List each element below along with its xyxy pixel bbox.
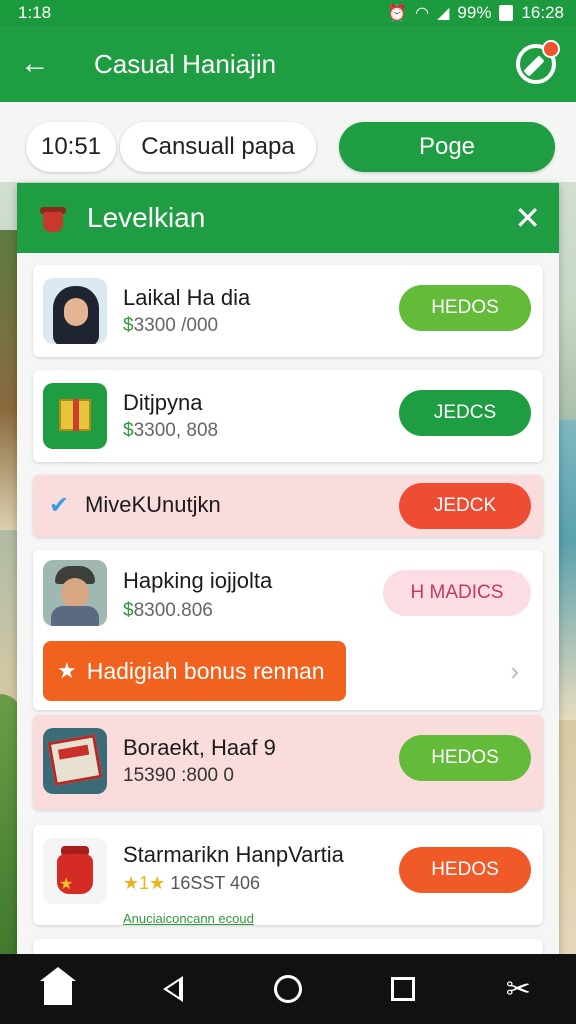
wifi-icon: ◠ (415, 5, 430, 22)
app-bar: ← Casual Haniajin (0, 26, 576, 102)
nav-home-circle-icon[interactable] (258, 959, 318, 1019)
close-icon[interactable]: ✕ (514, 202, 541, 234)
bonus-label: Hadigiah bonus rennan (86, 657, 325, 684)
bonus-button[interactable]: ★ Hadigiah bonus rennan (43, 641, 346, 701)
page-button[interactable]: Poge (339, 122, 555, 172)
item-action-button[interactable]: HEDOS (399, 847, 531, 893)
battery-percent: 99% (457, 3, 492, 22)
item-name: Starmarikn HanpVartia (123, 842, 344, 867)
signal-icon: ◢ (437, 5, 450, 22)
list-item[interactable]: ✔ MiveKUnutjkn JEDCK (33, 475, 543, 537)
level-sheet: Levelkian ✕ Laikal Ha dia $3300 /000 HED… (17, 183, 559, 963)
list-item[interactable]: ★ Starmarikn HanpVartia ★1★ 16SST 406 An… (33, 825, 543, 926)
item-price: $3300, 808 (123, 420, 219, 441)
list-item[interactable]: Boraekt, Haaf 9 15390 :800 0 HEDOS (33, 715, 543, 810)
book-thumbnail (43, 728, 107, 794)
avatar (43, 278, 107, 344)
avatar (43, 560, 107, 626)
star-icon: ★ (57, 658, 77, 683)
item-price: 15390 :800 0 (123, 765, 234, 786)
status-clock: 16:28 (521, 3, 564, 22)
filter-row: 10:51 Cansuall papa Poge (0, 102, 576, 182)
item-name: Ditjpyna (123, 390, 203, 415)
home-icon[interactable] (28, 959, 88, 1019)
edit-icon (523, 55, 545, 77)
edit-button[interactable] (516, 40, 560, 84)
notification-badge (542, 40, 560, 58)
list-item[interactable]: Ditjpyna $3300, 808 JEDCS (33, 370, 543, 462)
item-action-button[interactable]: H MADICS (383, 570, 531, 616)
app-title: Casual Haniajin (94, 48, 277, 79)
item-action-button[interactable]: JEDCS (399, 390, 531, 436)
chevron-right-icon[interactable]: › (510, 656, 519, 687)
gift-box-thumbnail (43, 383, 107, 449)
item-name: Hapking iojjolta (123, 568, 273, 593)
nav-back-icon[interactable] (143, 959, 203, 1019)
check-icon: ✔ (49, 492, 70, 519)
item-name: MiveKUnutjkn (85, 492, 221, 517)
item-action-button[interactable]: HEDOS (399, 285, 531, 331)
time-chip[interactable]: 10:51 (26, 122, 116, 172)
item-action-button[interactable]: JEDCK (399, 483, 531, 529)
recents-square-icon[interactable] (373, 959, 433, 1019)
item-action-button[interactable]: HEDOS (399, 735, 531, 781)
system-nav-bar: ✂ (0, 954, 576, 1024)
list-item[interactable]: Hapking iojjolta $8300.806 H MADICS ★ Ha… (33, 550, 543, 710)
item-name: Laikal Ha dia (123, 285, 251, 310)
battery-icon (499, 5, 514, 21)
jar-thumbnail: ★ (43, 838, 107, 904)
name-chip[interactable]: Cansuall papa (120, 122, 316, 172)
item-link[interactable]: Anuciaiconcann ecoud (123, 911, 254, 926)
sheet-title: Levelkian (87, 202, 206, 233)
list-item[interactable]: Laikal Ha dia $3300 /000 HEDOS (33, 265, 543, 357)
item-price: $3300 /000 (123, 315, 219, 336)
status-time: 1:18 (18, 3, 52, 22)
back-arrow-icon[interactable]: ← (20, 49, 64, 79)
item-price: $8300.806 (123, 600, 213, 621)
sheet-header: Levelkian ✕ (17, 183, 559, 253)
item-rating: ★1★ 16SST 406 (123, 873, 261, 893)
rating-stars: ★1★ (123, 873, 166, 893)
alarm-icon: ⏰ (387, 5, 408, 22)
item-name: Boraekt, Haaf 9 (123, 735, 276, 760)
screenshot-icon[interactable]: ✂ (488, 959, 548, 1019)
status-bar: 1:18 ⏰ ◠ ◢ 99% 16:28 (0, 0, 576, 26)
pot-icon (37, 202, 69, 234)
